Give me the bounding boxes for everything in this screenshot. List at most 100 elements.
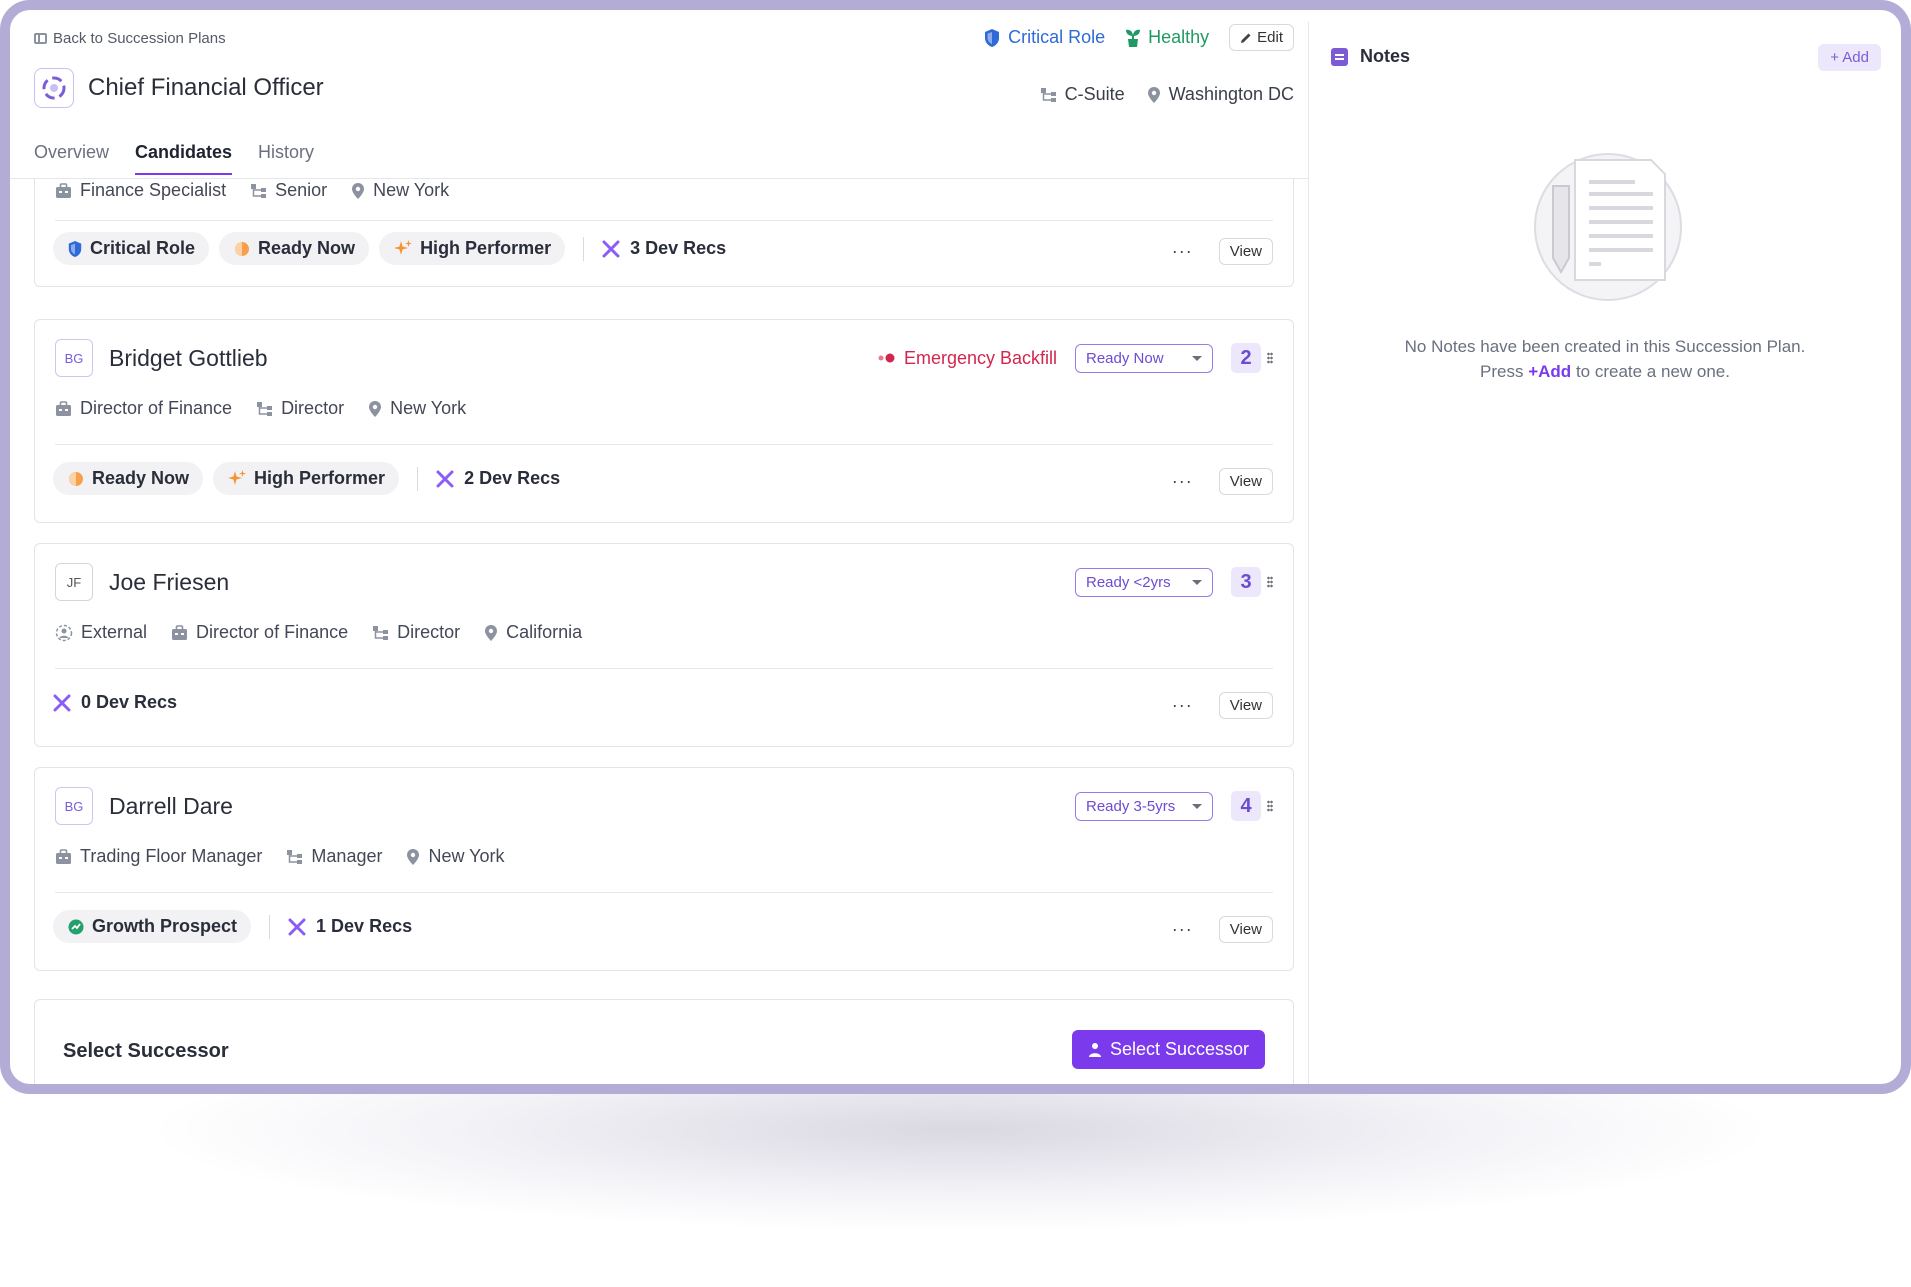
role-meta: C-Suite Washington DC — [1040, 84, 1294, 105]
card-actions: ··· View — [1172, 238, 1273, 265]
notes-title: Notes — [1360, 46, 1411, 66]
drag-handle-icon[interactable] — [1267, 352, 1273, 364]
header-status: Critical Role Healthy Edit — [983, 24, 1294, 51]
readiness-select[interactable]: Ready 3-5yrs — [1075, 791, 1213, 821]
rank-control[interactable]: 3 — [1231, 567, 1273, 597]
readiness-select[interactable]: Ready <2yrs — [1075, 567, 1213, 597]
candidate-level-label: Senior — [275, 180, 328, 200]
select-successor-title: Select Successor — [63, 1040, 229, 1062]
empty-notes-illustration — [1534, 153, 1682, 301]
add-note-button[interactable]: + Add — [1818, 44, 1881, 71]
candidate-controls: Emergency Backfill Ready Now 2 — [878, 343, 1273, 373]
candidate-title: Trading Floor Manager — [55, 846, 262, 867]
candidate-name[interactable]: Bridget Gottlieb — [109, 345, 268, 372]
person-icon — [1088, 1042, 1101, 1057]
more-options-button[interactable]: ··· — [1172, 471, 1193, 492]
drag-handle-icon[interactable] — [1267, 576, 1273, 588]
emergency-backfill-flag: Emergency Backfill — [878, 348, 1057, 369]
role-level-label: C-Suite — [1064, 84, 1125, 104]
role-level: C-Suite — [1040, 84, 1125, 105]
candidate-name[interactable]: Darrell Dare — [109, 793, 233, 820]
more-options-button[interactable]: ··· — [1172, 919, 1193, 940]
select-successor-label: Select Successor — [1109, 1039, 1249, 1059]
tools-icon — [288, 918, 306, 935]
more-options-button[interactable]: ··· — [1172, 241, 1193, 262]
card-divider — [55, 444, 1273, 445]
empty-notes-line1: No Notes have been created in this Succe… — [1404, 337, 1806, 356]
tag-label: Ready Now — [258, 238, 356, 258]
empty-tail-text: to create a new one. — [1575, 362, 1730, 381]
candidate-level-label: Director — [397, 622, 461, 642]
candidate-level-label: Manager — [311, 846, 383, 866]
health-indicator: Healthy — [1125, 27, 1209, 48]
candidates-list[interactable]: Finance Specialist Senior New York Criti… — [10, 179, 1308, 1084]
candidate-controls: Ready <2yrs 3 — [1075, 567, 1273, 597]
tag-separator — [417, 466, 419, 491]
tag-critical-role: Critical Role — [53, 232, 210, 265]
readiness-select[interactable]: Ready Now — [1075, 343, 1213, 373]
sidebar-icon — [34, 33, 47, 44]
back-link[interactable]: Back to Succession Plans — [34, 30, 226, 47]
org-chart-icon — [257, 401, 273, 416]
plant-icon — [1126, 29, 1141, 47]
ready-now-icon — [235, 241, 250, 256]
pencil-icon — [1241, 33, 1251, 43]
critical-role-label: Critical Role — [1008, 27, 1106, 47]
card-divider — [55, 892, 1273, 893]
candidate-header: BG Bridget Gottlieb Emergency Backfill R… — [55, 338, 1273, 378]
briefcase-icon — [56, 182, 71, 198]
rank-number: 2 — [1231, 343, 1261, 373]
tab-candidates[interactable]: Candidates — [135, 142, 233, 175]
tab-overview[interactable]: Overview — [34, 142, 109, 175]
rank-control[interactable]: 2 — [1231, 343, 1273, 373]
dev-recs-label: 1 Dev Recs — [316, 916, 413, 936]
tag-separator — [269, 914, 271, 939]
backfill-icon — [878, 353, 895, 363]
dev-recs: 0 Dev Recs — [53, 692, 177, 713]
app-window: Back to Succession Plans Critical Role H… — [0, 0, 1911, 1094]
candidate-name[interactable]: Joe Friesen — [109, 569, 229, 596]
view-button[interactable]: View — [1218, 692, 1273, 719]
view-button[interactable]: View — [1218, 916, 1273, 943]
page-title-row: Chief Financial Officer — [34, 68, 324, 108]
select-successor-panel: Select Successor Select Successor — [34, 999, 1294, 1084]
dev-recs: 3 Dev Recs — [602, 238, 726, 259]
candidate-title-label: Trading Floor Manager — [80, 846, 263, 866]
tab-history[interactable]: History — [258, 142, 314, 175]
location-pin-icon — [1147, 86, 1160, 103]
candidate-location: New York — [351, 180, 449, 201]
tools-icon — [602, 240, 620, 257]
candidate-tags: 0 Dev Recs — [53, 692, 177, 713]
drag-handle-icon[interactable] — [1267, 800, 1273, 812]
select-successor-button[interactable]: Select Successor — [1071, 1030, 1265, 1069]
page-title: Chief Financial Officer — [88, 74, 324, 101]
candidate-location-label: California — [506, 622, 583, 642]
more-options-button[interactable]: ··· — [1172, 695, 1193, 716]
add-note-link[interactable]: +Add — [1528, 362, 1571, 381]
notes-header: Notes — [1331, 46, 1410, 67]
readiness-value: Ready Now — [1086, 349, 1164, 367]
candidate-title-label: Director of Finance — [80, 398, 233, 418]
notes-icon — [1331, 47, 1348, 66]
candidate-card: BG Bridget Gottlieb Emergency Backfill R… — [34, 319, 1294, 523]
critical-role-indicator: Critical Role — [983, 27, 1105, 48]
view-button[interactable]: View — [1218, 468, 1273, 495]
candidate-card: JF Joe Friesen Ready <2yrs 3 External Di… — [34, 543, 1294, 747]
card-actions: ··· View — [1172, 692, 1273, 719]
avatar: JF — [55, 563, 93, 601]
growth-icon — [68, 919, 84, 934]
candidate-location: New York — [368, 398, 466, 419]
edit-button[interactable]: Edit — [1229, 24, 1294, 51]
rank-number: 3 — [1231, 567, 1261, 597]
card-actions: ··· View — [1172, 916, 1273, 943]
candidate-title: Finance Specialist — [55, 180, 226, 201]
readiness-value: Ready <2yrs — [1086, 573, 1171, 591]
succession-plan-panel: Back to Succession Plans Critical Role H… — [10, 10, 1308, 1084]
card-divider — [55, 668, 1273, 669]
rank-control[interactable]: 4 — [1231, 791, 1273, 821]
candidate-meta: Director of Finance Director New York — [55, 398, 466, 419]
view-button[interactable]: View — [1218, 238, 1273, 265]
candidate-card: BG Darrell Dare Ready 3-5yrs 4 Trading F… — [34, 767, 1294, 971]
candidate-location: New York — [406, 846, 505, 867]
location-pin-icon — [369, 400, 382, 417]
